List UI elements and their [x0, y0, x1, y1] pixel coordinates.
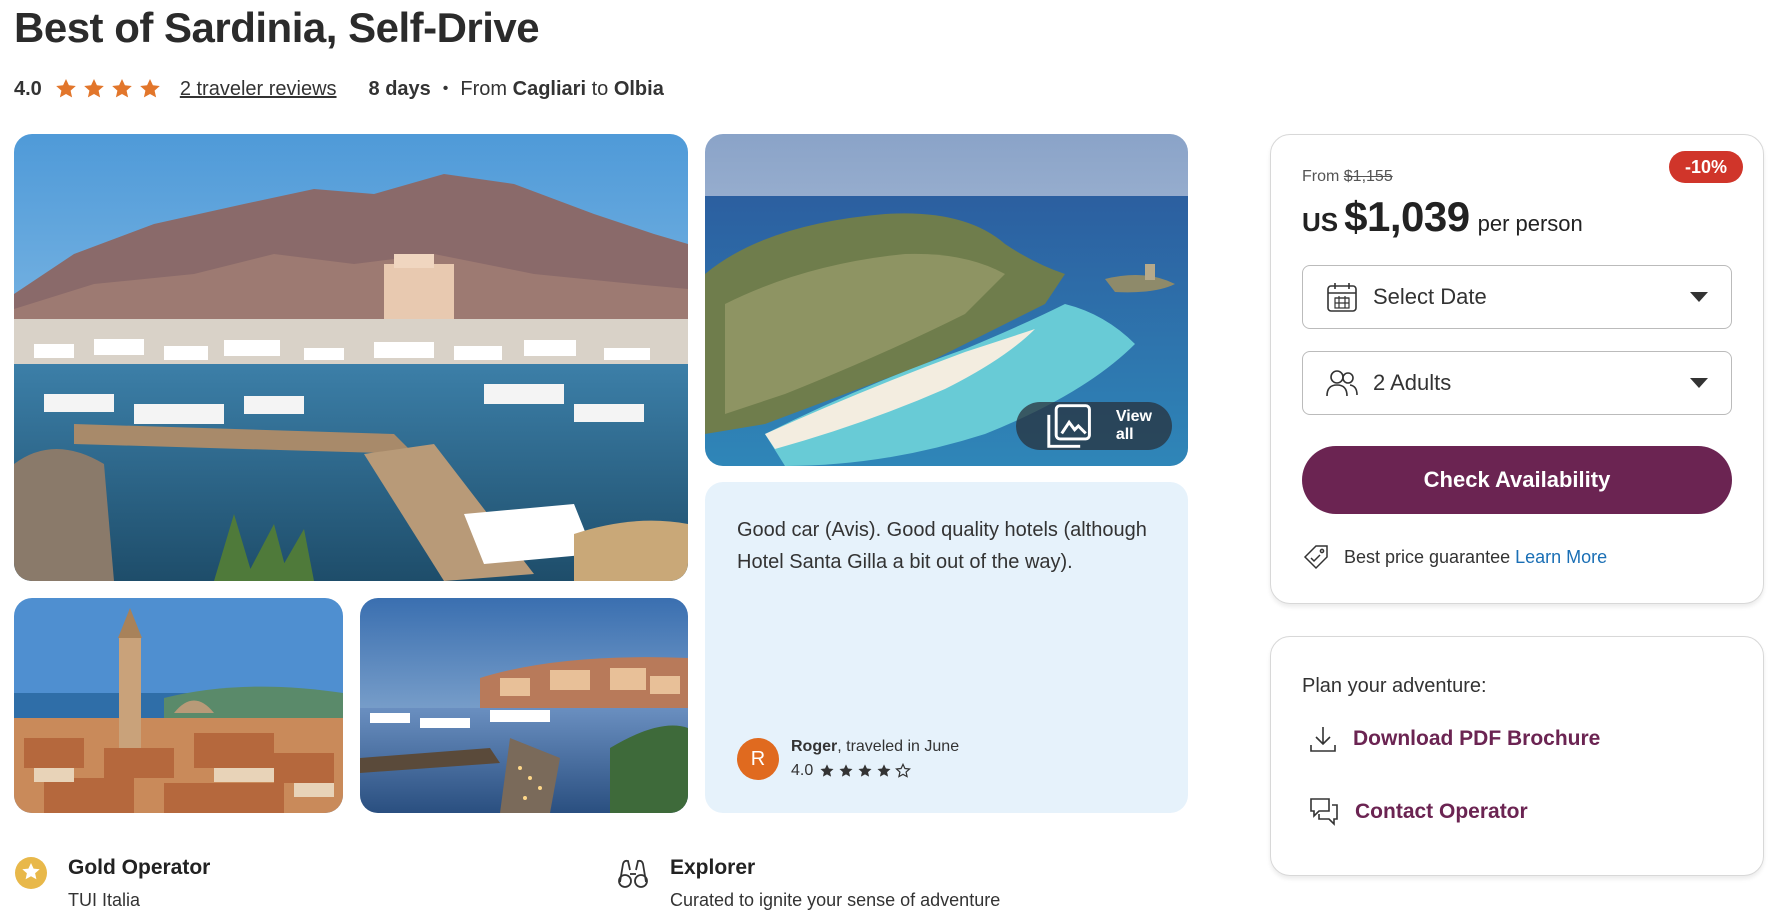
feature-title: Gold Operator: [68, 856, 211, 879]
feature-subtitle: Curated to ignite your sense of adventur…: [670, 890, 1001, 910]
separator-dot: •: [442, 80, 449, 97]
star-icon: [839, 764, 853, 777]
download-brochure-link[interactable]: Download PDF Brochure: [1307, 723, 1600, 755]
gallery-image-town[interactable]: [14, 598, 343, 813]
reviewer-rating-value: 4.0: [791, 762, 814, 779]
booking-card: -10% From $1,155 US $1,039 per person Se…: [1270, 134, 1764, 604]
star-icon: [858, 764, 872, 777]
star-outline-icon: [895, 763, 912, 778]
feature-title: Explorer: [670, 856, 756, 879]
date-select-label: Select Date: [1373, 284, 1487, 309]
learn-more-link[interactable]: Learn More: [1515, 547, 1607, 568]
people-icon: [1326, 370, 1358, 397]
page-title: Best of Sardinia, Self-Drive: [14, 4, 540, 51]
tour-duration: 8 days: [368, 77, 431, 100]
discount-badge: -10%: [1668, 151, 1743, 183]
review-card: Good car (Avis). Good quality hotels (al…: [705, 482, 1188, 813]
old-price: $1,155: [1343, 168, 1393, 185]
currency-label: US: [1302, 207, 1339, 237]
chevron-down-icon: [1690, 378, 1708, 388]
per-person-label: per person: [1477, 211, 1583, 236]
town-photo: [14, 598, 343, 813]
chat-bubbles-icon: [1310, 798, 1338, 826]
reviews-link[interactable]: 2 traveler reviews: [180, 78, 337, 101]
gallery-icon: [1046, 404, 1091, 448]
feature-subtitle: TUI Italia: [68, 890, 141, 910]
download-brochure-label: Download PDF Brochure: [1353, 727, 1601, 750]
guests-select[interactable]: 2 Adults: [1302, 351, 1732, 415]
contact-operator-link[interactable]: Contact Operator: [1307, 795, 1528, 829]
plan-adventure-card: Plan your adventure: Download PDF Brochu…: [1270, 636, 1764, 876]
chevron-down-icon: [1690, 292, 1708, 302]
gallery-image-beach[interactable]: View all: [705, 134, 1188, 466]
binoculars-icon: [618, 859, 648, 888]
best-price-guarantee: Best price guarantee Learn More: [1302, 543, 1607, 571]
review-text: Good car (Avis). Good quality hotels (al…: [737, 519, 1147, 573]
feature-gold-operator: Gold Operator TUI Italia: [14, 856, 210, 910]
from-label: From: [1302, 168, 1340, 185]
reviewer-stars: [819, 763, 912, 779]
download-icon: [1310, 727, 1336, 752]
calendar-icon: [1327, 283, 1357, 312]
view-all-label: View all: [1115, 408, 1152, 443]
star-icon: [877, 764, 891, 777]
guarantee-text: Best price guarantee: [1344, 546, 1511, 567]
date-select[interactable]: Select Date: [1302, 265, 1732, 329]
star-icon: [140, 79, 160, 98]
plan-title: Plan your adventure:: [1302, 675, 1487, 697]
view-all-button[interactable]: View all: [1015, 402, 1172, 450]
contact-operator-label: Contact Operator: [1355, 800, 1528, 823]
star-icon: [820, 764, 834, 777]
harbor-mountain-photo: [14, 134, 688, 581]
reviewer-name: Roger: [791, 738, 838, 755]
gallery-image-harbor-mountain[interactable]: [14, 134, 688, 581]
original-price-line: From $1,155: [1302, 168, 1393, 186]
gallery-image-harbor-dusk[interactable]: [360, 598, 688, 813]
from-label: From: [460, 77, 508, 100]
price-tag-check-icon: [1303, 545, 1328, 570]
to-label: to: [591, 77, 609, 100]
reviewer: R Roger, traveled in June 4.0: [737, 738, 959, 780]
rating-stars: [54, 77, 162, 101]
reviewer-rating: 4.0: [791, 762, 959, 780]
star-icon: [56, 79, 76, 98]
star-icon: [112, 79, 132, 98]
gold-star-badge-icon: [15, 857, 47, 889]
harbor-dusk-photo: [360, 598, 688, 813]
feature-explorer: Explorer Curated to ignite your sense of…: [616, 856, 1000, 910]
start-city: Cagliari: [512, 77, 586, 100]
price-amount: $1,039: [1344, 193, 1470, 240]
star-icon: [84, 79, 104, 98]
avatar: R: [737, 738, 779, 780]
rating-value: 4.0: [14, 77, 42, 100]
reviewer-name-line: Roger, traveled in June: [791, 738, 959, 756]
check-availability-button[interactable]: Check Availability: [1302, 446, 1732, 514]
guests-select-label: 2 Adults: [1373, 370, 1452, 395]
reviewer-trip-info: , traveled in June: [837, 738, 960, 755]
end-city: Olbia: [613, 77, 664, 100]
tour-meta: 4.0 2 traveler reviews 8 days • From Cag…: [14, 76, 664, 102]
price-line: US $1,039 per person: [1302, 193, 1583, 241]
